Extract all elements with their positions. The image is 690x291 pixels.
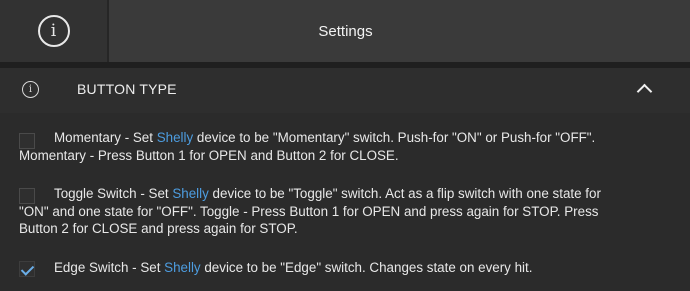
- chevron-up-icon[interactable]: [636, 83, 653, 100]
- brand-link: Shelly: [156, 130, 194, 145]
- top-bar: i Settings: [0, 0, 690, 62]
- brand-link: Shelly: [164, 260, 201, 275]
- brand-link: Shelly: [172, 186, 209, 201]
- option-edge-switch: Edge Switch - Set Shelly device to be "E…: [0, 259, 690, 281]
- option-label: Edge Switch - Set Shelly device to be "E…: [54, 260, 533, 275]
- page-title: Settings: [318, 22, 373, 40]
- info-icon: i: [37, 15, 70, 47]
- section-header-button-type[interactable]: i BUTTON TYPE: [0, 68, 690, 113]
- option-toggle-switch: Toggle Switch - Set Shelly device to be …: [0, 185, 690, 240]
- info-button[interactable]: i: [0, 0, 107, 62]
- info-icon: i: [22, 81, 39, 98]
- option-momentary: Momentary - Set Shelly device to be "Mom…: [0, 129, 690, 169]
- section-title: BUTTON TYPE: [77, 81, 177, 97]
- option-label: Momentary - Set Shelly device to be "Mom…: [19, 130, 596, 163]
- option-label: Toggle Switch - Set Shelly device to be …: [19, 186, 601, 236]
